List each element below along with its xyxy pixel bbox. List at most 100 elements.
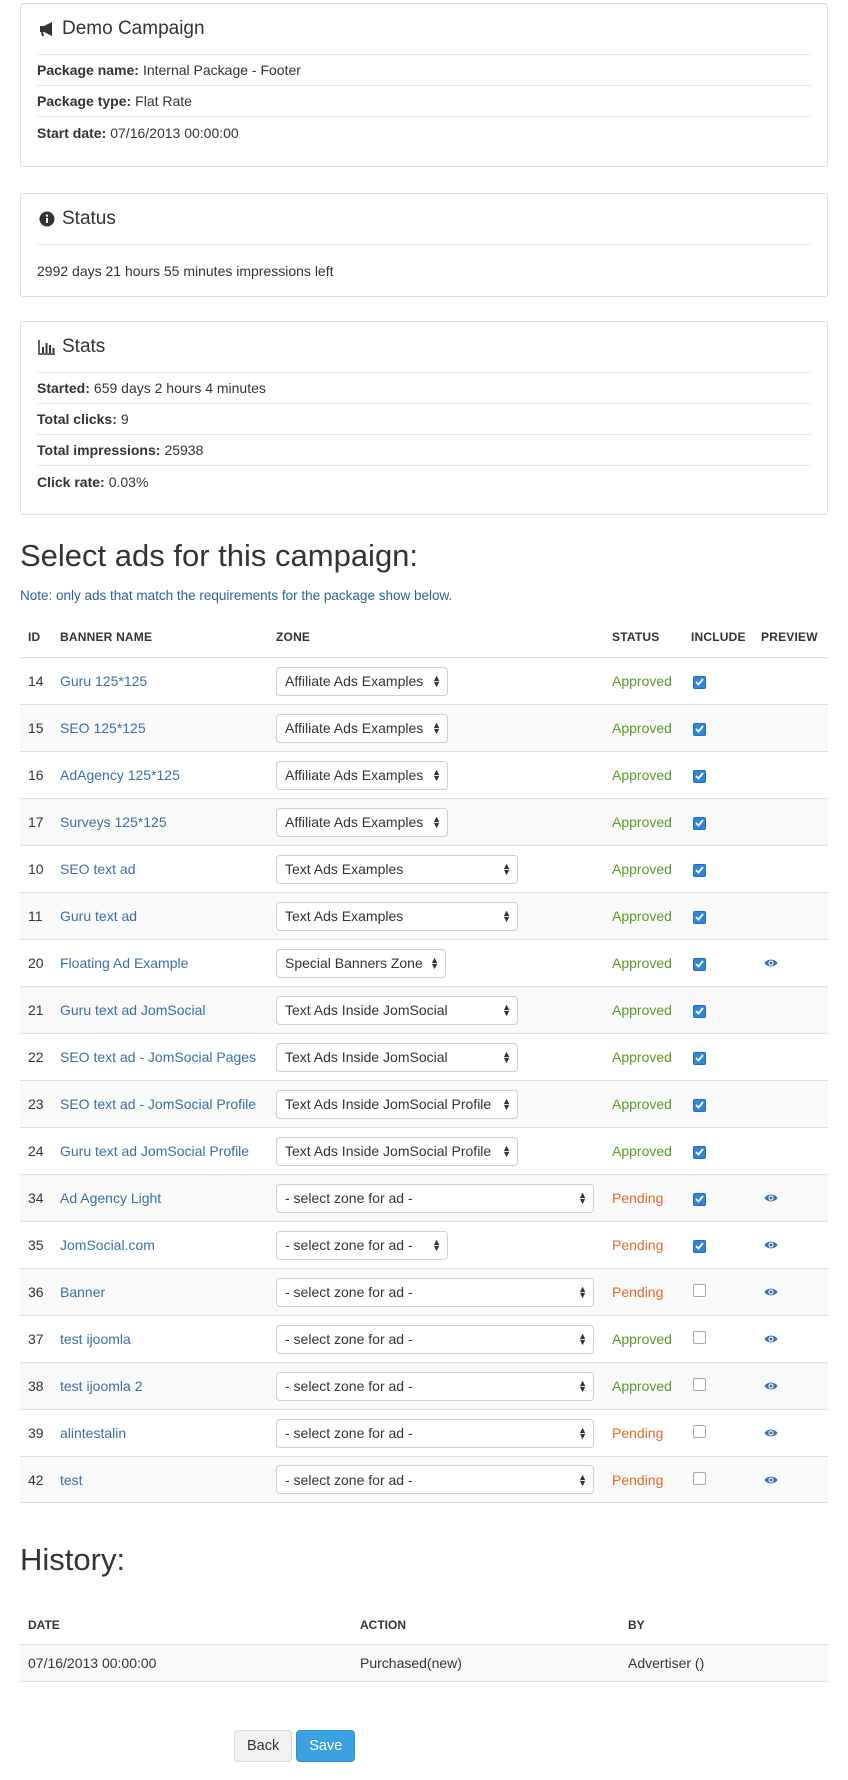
history-date: 07/16/2013 00:00:00	[28, 1655, 157, 1671]
table-row: 42 test - select zone for ad - ▲ ▼ Pending	[20, 1456, 828, 1503]
ad-name-link[interactable]: Guru 125*125	[60, 673, 147, 689]
zone-select[interactable]: Text Ads Examples ▲ ▼	[276, 854, 518, 884]
select-ads-note: Note: only ads that match the requiremen…	[20, 588, 453, 603]
include-checkbox[interactable]	[693, 1051, 706, 1065]
eye-icon[interactable]	[764, 1237, 778, 1253]
status-text: 2992 days 21 hours 55 minutes impression…	[37, 263, 334, 279]
zone-cell: Affiliate Ads Examples ▲ ▼	[268, 666, 604, 696]
include-checkbox[interactable]	[693, 1425, 706, 1438]
include-checkbox[interactable]	[693, 1098, 706, 1112]
campaign-detail-value: Internal Package - Footer	[142, 62, 301, 78]
zone-select[interactable]: Text Ads Inside JomSocial ▲ ▼	[276, 1042, 518, 1072]
select-arrows-icon: ▲ ▼	[502, 1096, 511, 1112]
include-checkbox[interactable]	[693, 1192, 706, 1206]
ad-id: 16	[28, 767, 44, 783]
include-checkbox[interactable]	[693, 1284, 706, 1297]
zone-select[interactable]: - select zone for ad - ▲ ▼	[276, 1324, 594, 1354]
zone-select[interactable]: Text Ads Inside JomSocial ▲ ▼	[276, 995, 518, 1025]
zone-select[interactable]: Affiliate Ads Examples ▲ ▼	[276, 807, 448, 837]
zone-select[interactable]: - select zone for ad - ▲ ▼	[276, 1183, 594, 1213]
include-checkbox[interactable]	[693, 863, 706, 877]
status-badge: Approved	[612, 1049, 672, 1065]
ad-name-link[interactable]: Surveys 125*125	[60, 814, 167, 830]
ad-name-link[interactable]: SEO text ad - JomSocial Profile	[60, 1096, 256, 1112]
zone-select-value: Special Banners Zone	[285, 955, 423, 971]
include-checkbox[interactable]	[693, 1471, 706, 1485]
table-row: 34 Ad Agency Light - select zone for ad - ▲…	[20, 1174, 828, 1221]
campaign-detail-label: Package name:	[37, 62, 139, 78]
history-by: Advertiser ()	[628, 1655, 705, 1671]
include-cell	[683, 1190, 753, 1206]
zone-select[interactable]: - select zone for ad - ▲ ▼	[276, 1371, 594, 1401]
zone-select[interactable]: Special Banners Zone ▲ ▼	[276, 948, 446, 978]
status-badge: Pending	[612, 1237, 664, 1253]
campaign-title: Demo Campaign	[62, 18, 205, 39]
table-row: 37 test ijoomla - select zone for ad - ▲ ▼ Ap…	[20, 1315, 828, 1362]
select-arrows-icon: ▲ ▼	[432, 814, 441, 830]
ad-name-cell: AdAgency 125*125	[52, 767, 268, 783]
ad-name-link[interactable]: Ad Agency Light	[60, 1190, 161, 1206]
ad-name-link[interactable]: JomSocial.com	[60, 1237, 155, 1253]
eye-icon[interactable]	[764, 1190, 778, 1206]
status-title: Status	[62, 208, 116, 229]
include-checkbox[interactable]	[693, 957, 706, 971]
eye-icon[interactable]	[764, 1284, 778, 1300]
stats-detail-value: 9	[120, 411, 129, 427]
include-checkbox[interactable]	[693, 1239, 706, 1253]
ad-name-link[interactable]: test	[60, 1472, 83, 1488]
include-checkbox[interactable]	[693, 816, 706, 830]
ads-table-header: ID BANNER NAME ZONE STATUS INCLUDE PREVI…	[20, 617, 828, 657]
ad-name-link[interactable]: Guru text ad JomSocial	[60, 1002, 206, 1018]
zone-select[interactable]: - select zone for ad - ▲ ▼	[276, 1277, 594, 1307]
include-checkbox[interactable]	[693, 910, 706, 924]
select-arrows-icon: ▲ ▼	[432, 767, 441, 783]
zone-select[interactable]: Affiliate Ads Examples ▲ ▼	[276, 713, 448, 743]
eye-icon[interactable]	[764, 1472, 778, 1488]
ad-name-link[interactable]: Guru text ad JomSocial Profile	[60, 1143, 249, 1159]
select-arrows-icon: ▲ ▼	[578, 1471, 587, 1488]
include-checkbox[interactable]	[693, 1145, 706, 1159]
zone-select[interactable]: Affiliate Ads Examples ▲ ▼	[276, 666, 448, 696]
form-actions: Back Save	[234, 1730, 356, 1762]
ad-name-link[interactable]: AdAgency 125*125	[60, 767, 180, 783]
ad-name-link[interactable]: test ijoomla 2	[60, 1378, 142, 1394]
include-checkbox[interactable]	[693, 722, 706, 736]
include-checkbox[interactable]	[693, 1378, 706, 1391]
include-checkbox[interactable]	[693, 769, 706, 783]
back-button[interactable]: Back	[234, 1730, 293, 1762]
eye-icon[interactable]	[764, 1425, 778, 1441]
ad-id: 34	[28, 1190, 44, 1206]
ad-name-link[interactable]: Banner	[60, 1284, 105, 1300]
table-row: 16 AdAgency 125*125 Affiliate Ads Examples…	[20, 751, 828, 798]
zone-select[interactable]: - select zone for ad - ▲ ▼	[276, 1230, 448, 1260]
ad-id: 17	[28, 814, 44, 830]
zone-cell: - select zone for ad - ▲ ▼	[268, 1371, 604, 1401]
select-arrows-icon: ▲ ▼	[578, 1331, 587, 1347]
zone-cell: Text Ads Inside JomSocial ▲ ▼	[268, 995, 604, 1025]
ad-name-link[interactable]: SEO 125*125	[60, 720, 146, 736]
ad-name-link[interactable]: Floating Ad Example	[60, 955, 188, 971]
include-checkbox[interactable]	[693, 1331, 706, 1344]
ad-name-link[interactable]: alintestalin	[60, 1425, 126, 1441]
ad-id: 14	[28, 673, 44, 689]
save-button[interactable]: Save	[296, 1730, 356, 1762]
ad-name-link[interactable]: test ijoomla	[60, 1331, 131, 1347]
eye-icon[interactable]	[764, 955, 778, 971]
zone-select[interactable]: Text Ads Examples ▲ ▼	[276, 901, 518, 931]
eye-icon[interactable]	[764, 1378, 778, 1394]
eye-icon[interactable]	[764, 1331, 778, 1347]
zone-select[interactable]: Text Ads Inside JomSocial Profile ▲ ▼	[276, 1136, 518, 1166]
ad-name-link[interactable]: SEO text ad - JomSocial Pages	[60, 1049, 256, 1065]
include-cell	[683, 767, 753, 783]
include-checkbox[interactable]	[693, 1004, 706, 1018]
zone-select[interactable]: Text Ads Inside JomSocial Profile ▲ ▼	[276, 1089, 518, 1119]
select-arrows-icon: ▲ ▼	[432, 720, 441, 736]
zone-select[interactable]: Affiliate Ads Examples ▲ ▼	[276, 760, 448, 790]
zone-select[interactable]: - select zone for ad - ▲ ▼	[276, 1465, 594, 1494]
zone-select[interactable]: - select zone for ad - ▲ ▼	[276, 1418, 594, 1448]
stats-detail-value: 659 days 2 hours 4 minutes	[93, 380, 266, 396]
table-row: 36 Banner - select zone for ad - ▲ ▼ Pending	[20, 1268, 828, 1315]
include-checkbox[interactable]	[693, 675, 706, 689]
ad-name-link[interactable]: Guru text ad	[60, 908, 137, 924]
ad-name-link[interactable]: SEO text ad	[60, 861, 135, 877]
